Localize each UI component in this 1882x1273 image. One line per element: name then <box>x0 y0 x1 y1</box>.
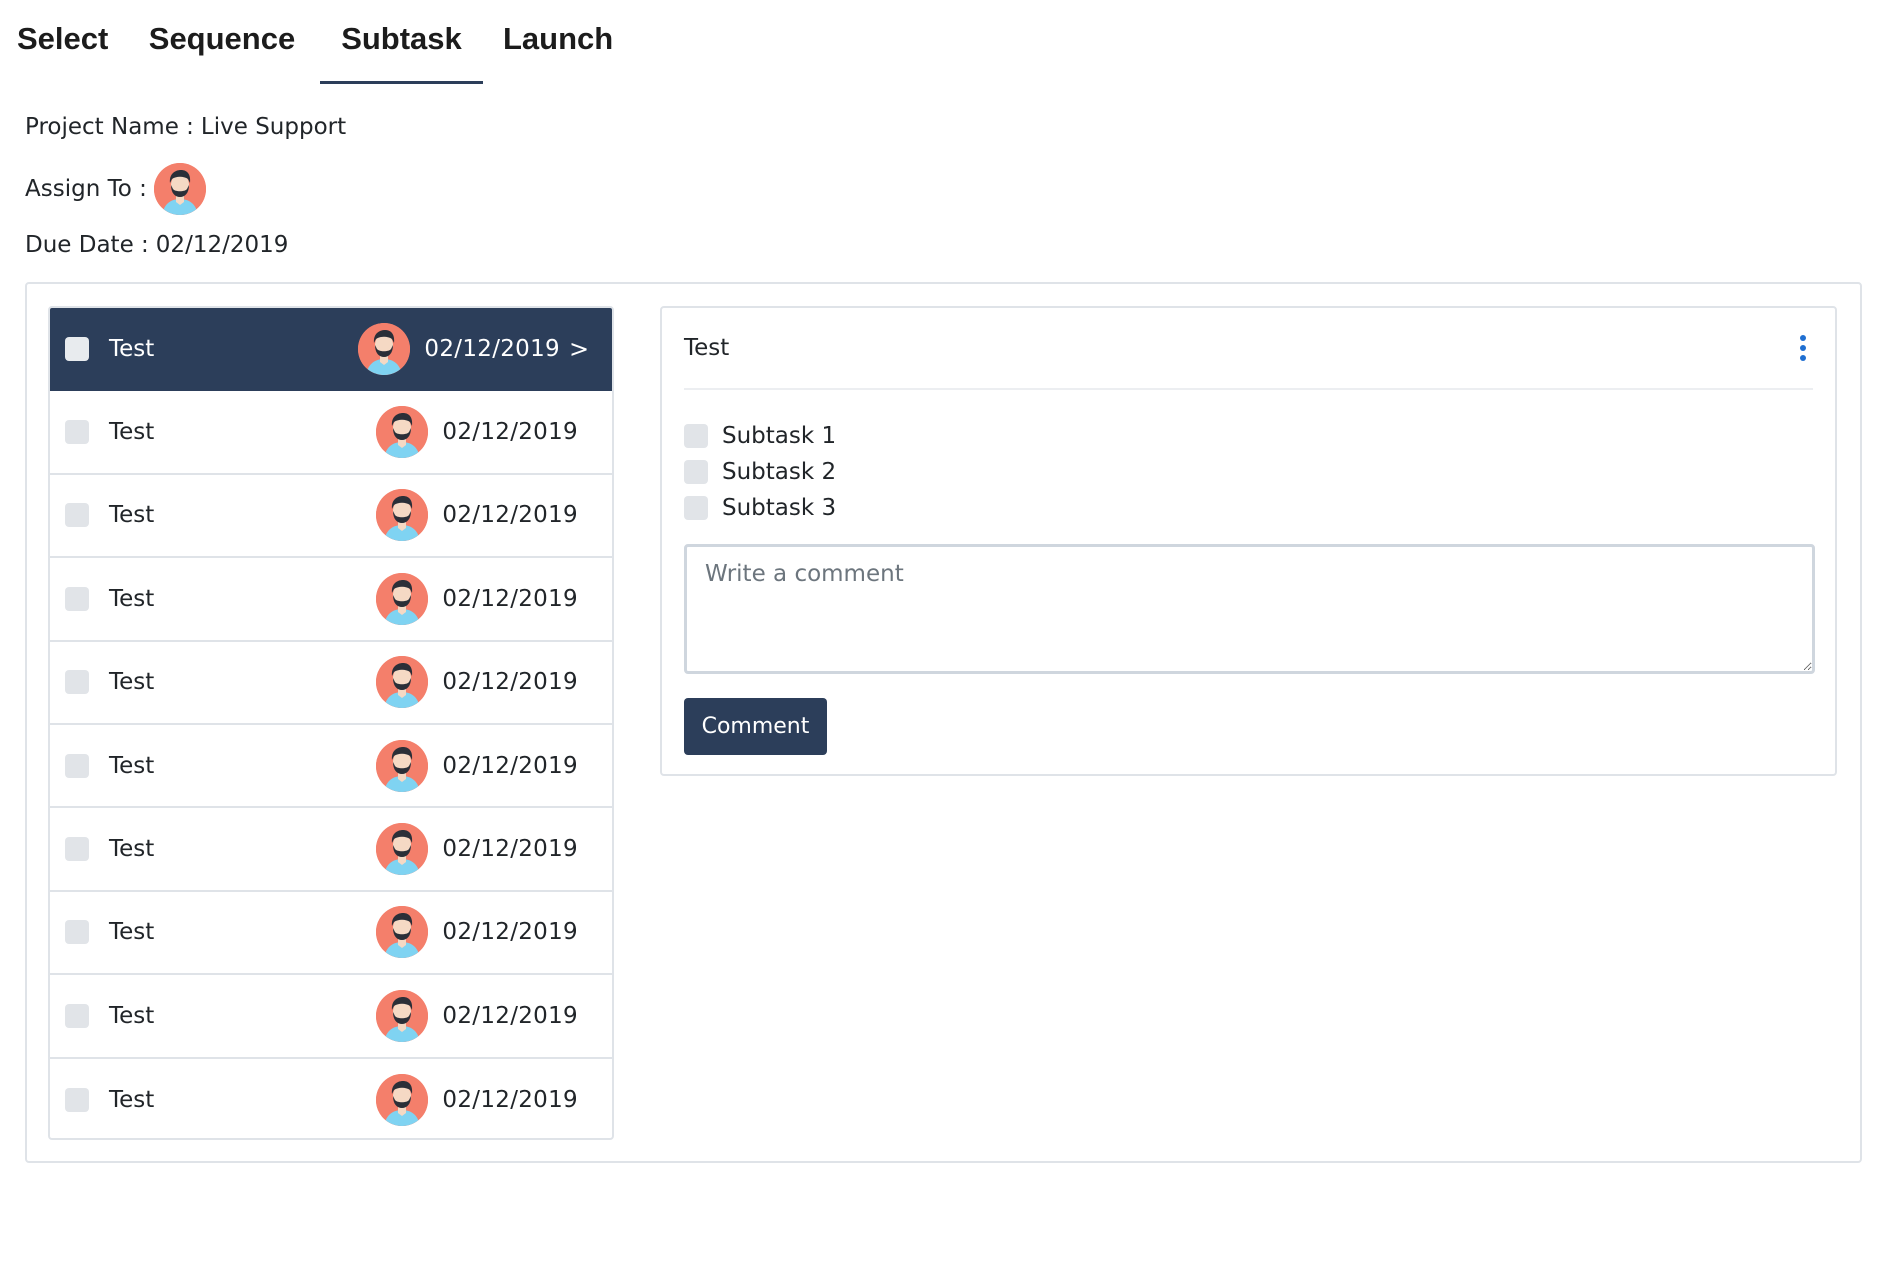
avatar <box>376 989 429 1042</box>
due-date-line: Due Date : 02/12/2019 <box>25 232 288 258</box>
task-title: Test <box>109 335 155 362</box>
task-row[interactable]: Test 02/12/2019 <box>50 391 612 475</box>
chevron-right-icon: > <box>568 334 590 363</box>
user-avatar-icon <box>376 739 429 792</box>
task-checkbox[interactable] <box>65 670 89 695</box>
task-title: Test <box>109 419 155 446</box>
user-avatar-icon <box>376 1074 429 1127</box>
avatar <box>376 739 429 792</box>
project-name-label: Project Name : <box>25 114 194 140</box>
subtask-label: Subtask 1 <box>722 423 837 449</box>
task-date: 02/12/2019 <box>442 419 578 446</box>
task-date: 02/12/2019 <box>442 1087 578 1114</box>
task-checkbox[interactable] <box>65 420 89 445</box>
task-checkbox[interactable] <box>65 1003 89 1028</box>
kebab-dot <box>1800 355 1806 361</box>
avatar[interactable] <box>153 163 206 215</box>
user-avatar-icon <box>376 572 429 625</box>
task-checkbox[interactable] <box>65 753 89 778</box>
kebab-dot <box>1800 335 1806 341</box>
assign-to-label: Assign To : <box>25 176 147 202</box>
subtask-item[interactable]: Subtask 3 <box>684 490 836 526</box>
avatar <box>358 322 411 375</box>
task-date: 02/12/2019 <box>424 335 560 362</box>
task-date: 02/12/2019 <box>442 502 578 529</box>
task-date: 02/12/2019 <box>442 752 578 779</box>
user-avatar-icon <box>376 656 429 709</box>
task-list: Test 02/12/2019 > Test 02/12/2019 Test 0… <box>48 306 614 1140</box>
task-checkbox[interactable] <box>65 920 89 945</box>
subtask-label: Subtask 2 <box>722 459 837 485</box>
task-title: Test <box>109 752 155 779</box>
subtask-checkbox[interactable] <box>684 424 708 448</box>
task-date: 02/12/2019 <box>442 669 578 696</box>
task-row[interactable]: Test 02/12/2019 <box>50 975 612 1059</box>
task-row[interactable]: Test 02/12/2019 <box>50 808 612 892</box>
tab-select[interactable]: Select <box>0 0 124 84</box>
avatar <box>376 656 429 709</box>
tab-bar: Select Sequence Subtask Launch <box>0 0 618 84</box>
task-checkbox[interactable] <box>65 837 89 862</box>
task-date: 02/12/2019 <box>442 1002 578 1029</box>
task-row[interactable]: Test 02/12/2019 <box>50 725 612 809</box>
avatar <box>376 572 429 625</box>
user-avatar-icon <box>376 906 429 959</box>
project-name-line: Project Name : Live Support <box>25 114 346 140</box>
subtask-checkbox[interactable] <box>684 460 708 484</box>
comment-button[interactable]: Comment <box>684 698 827 755</box>
task-title: Test <box>109 836 155 863</box>
project-name-value: Live Support <box>200 114 347 140</box>
assign-to-line: Assign To : <box>25 163 206 215</box>
user-avatar-icon <box>153 163 206 215</box>
due-date-label: Due Date : <box>25 232 149 258</box>
tab-sequence[interactable]: Sequence <box>124 0 320 84</box>
task-title: Test <box>109 919 155 946</box>
avatar <box>376 489 429 542</box>
task-checkbox[interactable] <box>65 1088 89 1113</box>
task-checkbox[interactable] <box>65 336 89 361</box>
task-row[interactable]: Test 02/12/2019 <box>50 892 612 976</box>
tab-subtask[interactable]: Subtask <box>320 0 483 84</box>
tab-launch[interactable]: Launch <box>483 0 618 84</box>
task-detail-title: Test <box>684 335 730 361</box>
subtask-item[interactable]: Subtask 2 <box>684 454 836 490</box>
user-avatar-icon <box>358 322 411 375</box>
task-detail-panel: Test Subtask 1 Subtask 2 Subtask 3 Comme… <box>660 306 1837 776</box>
task-title: Test <box>109 1002 155 1029</box>
task-checkbox[interactable] <box>65 586 89 611</box>
task-date: 02/12/2019 <box>442 836 578 863</box>
task-title: Test <box>109 1087 155 1114</box>
task-date: 02/12/2019 <box>442 919 578 946</box>
subtask-list: Subtask 1 Subtask 2 Subtask 3 <box>684 418 836 526</box>
task-row[interactable]: Test 02/12/2019 <box>50 642 612 725</box>
avatar <box>376 406 429 459</box>
task-row[interactable]: Test 02/12/2019 <box>50 558 612 642</box>
due-date-value: 02/12/2019 <box>155 232 289 258</box>
user-avatar-icon <box>376 823 429 876</box>
task-checkbox[interactable] <box>65 503 89 528</box>
task-title: Test <box>109 669 155 696</box>
avatar <box>376 1074 429 1127</box>
task-row[interactable]: Test 02/12/2019 <box>50 1059 612 1138</box>
task-date: 02/12/2019 <box>442 585 578 612</box>
task-row[interactable]: Test 02/12/2019 <box>50 475 612 559</box>
task-title: Test <box>109 585 155 612</box>
user-avatar-icon <box>376 406 429 459</box>
user-avatar-icon <box>376 989 429 1042</box>
avatar <box>376 823 429 876</box>
subtask-checkbox[interactable] <box>684 496 708 520</box>
user-avatar-icon <box>376 489 429 542</box>
avatar <box>376 906 429 959</box>
comment-input[interactable] <box>684 544 1815 674</box>
subtask-item[interactable]: Subtask 1 <box>684 418 836 454</box>
kebab-dot <box>1800 345 1806 351</box>
task-detail-header: Test <box>684 308 1813 390</box>
task-title: Test <box>109 502 155 529</box>
more-options-icon[interactable] <box>1793 333 1813 363</box>
task-row[interactable]: Test 02/12/2019 > <box>50 308 612 392</box>
subtask-label: Subtask 3 <box>722 495 837 521</box>
